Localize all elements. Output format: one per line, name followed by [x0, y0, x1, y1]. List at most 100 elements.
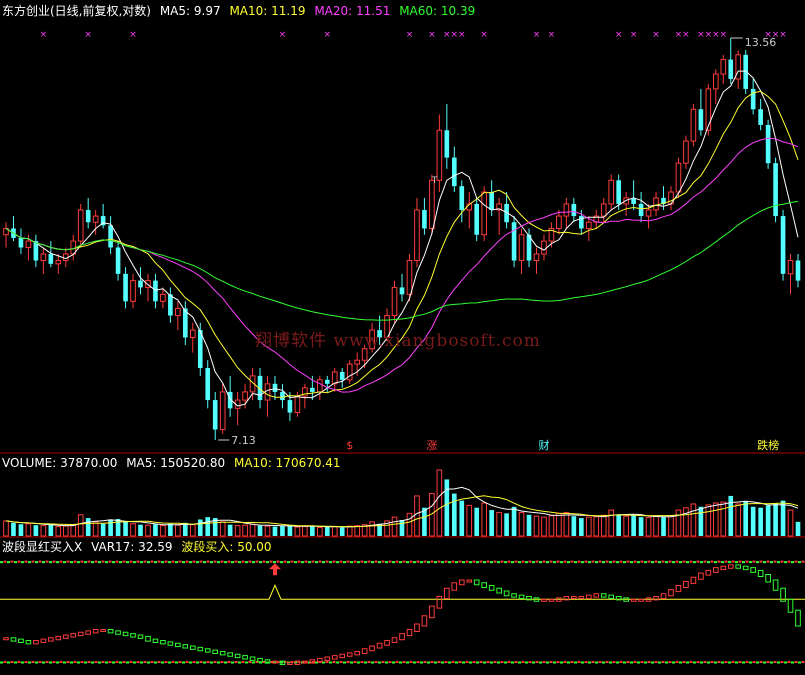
candle-up	[481, 191, 488, 236]
indicator-step	[638, 598, 644, 602]
indicator-step	[167, 641, 174, 646]
candle-down	[324, 379, 330, 384]
indicator-step	[630, 598, 637, 602]
volume-bar-up	[302, 526, 308, 537]
volume-bar-up	[369, 521, 375, 537]
indicator-step	[690, 576, 697, 584]
indicator-step	[242, 655, 248, 660]
volume-bar-down	[698, 506, 704, 536]
candle-down	[48, 253, 54, 264]
volume-bar-up	[130, 523, 136, 537]
signal-mark: ×	[652, 30, 660, 40]
candle-down	[571, 203, 577, 217]
volume-bar-down	[138, 524, 143, 536]
candle-up	[705, 88, 712, 131]
indicator-step	[40, 638, 47, 643]
candle-up	[189, 329, 196, 338]
volume-bar-up	[608, 509, 615, 537]
volume-bar-down	[168, 523, 173, 536]
volume-bar-down	[511, 506, 517, 536]
indicator-step	[55, 635, 62, 641]
candle-down	[489, 192, 494, 210]
volume-bar-up	[683, 507, 689, 537]
candle-down	[399, 287, 405, 295]
candle-down	[638, 203, 644, 217]
indicator-step	[698, 572, 704, 580]
indicator-step	[436, 596, 443, 609]
indicator-step	[675, 585, 682, 593]
volume-bar-up	[712, 502, 719, 537]
low-price-label: 7.13	[231, 434, 256, 447]
indicator-step	[503, 590, 510, 597]
indicator-step	[683, 580, 689, 588]
volume-bar-down	[579, 518, 584, 536]
candle-up	[787, 260, 794, 275]
volume-bar-down	[257, 525, 263, 536]
candle-up	[675, 162, 682, 193]
indicator-step	[742, 565, 749, 571]
indicator-step	[331, 655, 338, 660]
candle-down	[773, 163, 778, 217]
signal-mark: ×	[84, 30, 92, 40]
signal-mark: ×	[451, 30, 459, 40]
indicator-step	[219, 651, 226, 656]
price-panel[interactable]: × × × × × × × × × × × × × × × × × × × × × × × × ×13.567.13T$ 涨财跌榜	[3, 30, 801, 452]
indicator-step	[548, 598, 555, 602]
candle-up	[608, 179, 615, 205]
volume-bar-up	[593, 516, 600, 537]
candle-down	[728, 59, 734, 79]
volume-bar-down	[758, 507, 763, 536]
volume-bar-down	[422, 507, 427, 536]
volume-bar-up	[175, 524, 181, 537]
indicator-name: 波段显红买入X	[2, 540, 83, 554]
volume-bar-down	[773, 503, 778, 536]
candle-down	[750, 88, 756, 110]
indicator-step	[608, 594, 615, 599]
signal-mark: ×	[675, 30, 683, 40]
ma5-line	[5, 70, 799, 407]
indicator-step	[18, 638, 24, 643]
indicator-step	[585, 594, 592, 599]
candle-up	[518, 234, 525, 262]
indicator-step	[668, 589, 674, 597]
indicator-step	[458, 579, 465, 586]
volume-bar-down	[272, 526, 278, 536]
signal-mark: ×	[682, 30, 690, 40]
candle-up	[130, 280, 136, 302]
indicator-step	[496, 587, 502, 594]
volume-bar-down	[205, 517, 211, 536]
candle-down	[698, 109, 704, 131]
signal-mark: ×	[480, 30, 488, 40]
volume-bar-down	[489, 510, 494, 536]
indicator-step	[451, 582, 458, 591]
indicator-step	[414, 623, 420, 632]
indicator-step	[107, 629, 114, 634]
indicator-step	[324, 656, 331, 661]
volume-bar-up	[62, 525, 69, 537]
candle-down	[444, 130, 450, 158]
candle-up	[600, 203, 607, 217]
candle-up	[160, 293, 166, 302]
candle-up	[720, 59, 727, 75]
volume-bar-up	[219, 521, 226, 537]
volume-bar-down	[743, 501, 749, 536]
watermark-text: 翔博软件 www.xiangbosoft.com	[255, 331, 541, 351]
volume-bar-down	[85, 518, 91, 536]
volume-ma5-readout: MA5: 150520.80	[126, 456, 226, 470]
volume-bar-up	[414, 495, 420, 537]
candle-up	[391, 286, 398, 317]
candle-down	[123, 273, 128, 302]
candle-up	[316, 379, 323, 393]
candle-down	[310, 387, 315, 392]
volume-bar-up	[533, 515, 540, 537]
candle-up	[294, 395, 301, 414]
indicator-step	[85, 630, 92, 635]
volume-bar-up	[556, 512, 562, 537]
candle-down	[153, 280, 158, 302]
volume-bar-up	[645, 517, 652, 537]
indicator-panel[interactable]	[0, 560, 805, 665]
var17-readout: VAR17: 32.59	[91, 540, 173, 554]
volume-panel[interactable]	[3, 469, 801, 537]
volume-bar-up	[600, 514, 607, 537]
candle-up	[242, 391, 248, 401]
